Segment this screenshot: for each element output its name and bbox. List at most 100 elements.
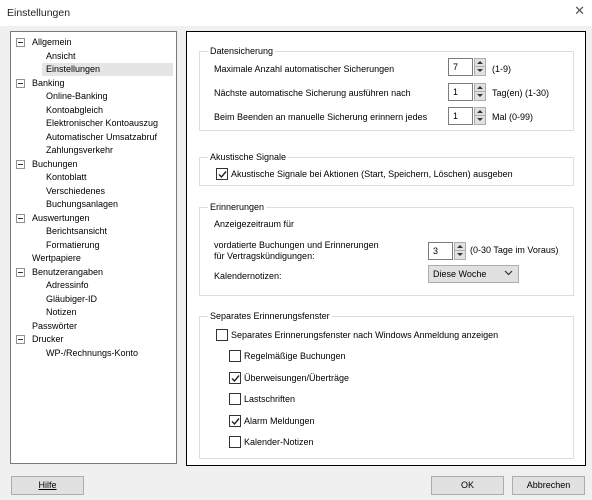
tree-item-label: Buchungen	[32, 158, 78, 169]
remind-backup-label: Beim Beenden an manuelle Sicherung erinn…	[214, 112, 428, 122]
cancel-button[interactable]: Abbrechen	[512, 476, 585, 495]
tree-item[interactable]: Buchungsanlagen	[44, 198, 120, 211]
collapse-icon[interactable]	[16, 267, 25, 277]
period-label: Anzeigezeitraum für	[214, 219, 295, 229]
reminder-option-checkbox[interactable]	[229, 393, 241, 405]
tree-item-label: Berichtsansicht	[46, 226, 108, 236]
reminder-option-checkbox[interactable]	[229, 436, 241, 448]
tree-item-label: Passwörter	[32, 320, 78, 331]
title-bar: Einstellungen ✕	[0, 0, 592, 26]
checkmark-icon	[231, 417, 240, 425]
tree-item[interactable]: Online-Banking	[44, 90, 110, 103]
kalender-dropdown-value: Diese Woche	[433, 269, 487, 279]
tree-item[interactable]: Zahlungsverkehr	[44, 144, 115, 157]
tree-item[interactable]: Kontoblatt	[44, 171, 89, 184]
tree-item-label: Verschiedenes	[46, 185, 106, 196]
tree-item[interactable]: Adressinfo	[44, 279, 91, 292]
tree-item[interactable]: Banking	[16, 77, 67, 90]
tree-item[interactable]: Benutzerangaben	[16, 266, 105, 279]
tree-item[interactable]: Kontoabgleich	[44, 104, 105, 117]
tree-item[interactable]: Wertpapiere	[16, 252, 83, 265]
tree-item-label: Auswertungen	[32, 212, 90, 223]
reminder-days-range: (0-30 Tage im Voraus)	[470, 245, 559, 255]
tree-item[interactable]: Allgemein	[16, 36, 74, 49]
tree-item-label: WP-/Rechnungs-Konto	[46, 347, 139, 358]
window-title: Einstellungen	[7, 7, 71, 19]
tree-item[interactable]: Ansicht	[44, 50, 78, 63]
help-button[interactable]: Hilfe	[11, 476, 84, 495]
spin-up-icon[interactable]	[455, 243, 465, 251]
settings-panel: Datensicherung Maximale Anzahl automatis…	[186, 31, 586, 466]
tree-item[interactable]: Einstellungen	[42, 63, 173, 76]
collapse-icon[interactable]	[16, 38, 25, 47]
collapse-icon[interactable]	[16, 159, 25, 169]
max-backups-input[interactable]: 7	[448, 58, 473, 76]
tree-item[interactable]: Passwörter	[16, 320, 79, 333]
group-erinnerungen-legend: Erinnerungen	[208, 201, 267, 213]
collapse-icon[interactable]	[16, 78, 25, 88]
tree-item[interactable]: Buchungen	[16, 158, 80, 171]
spin-down-icon[interactable]	[475, 67, 485, 75]
tree-item-label: Einstellungen	[46, 64, 101, 74]
spin-down-icon[interactable]	[475, 116, 485, 124]
tree-item-label: Automatischer Umsatzabruf	[46, 131, 158, 142]
spin-down-icon[interactable]	[475, 92, 485, 100]
tree-item-label: Elektronischer Kontoauszug	[46, 118, 159, 128]
separate-window-checkbox[interactable]	[216, 329, 228, 341]
reminder-days-input[interactable]: 3	[428, 242, 453, 260]
reminder-option-checkbox[interactable]	[229, 371, 241, 384]
tree-item-label: Benutzerangaben	[32, 266, 104, 277]
tree-item-label: Zahlungsverkehr	[46, 145, 114, 155]
tree-item[interactable]: Gläubiger-ID	[44, 293, 99, 306]
reminder-option-label: Lastschriften	[244, 394, 296, 404]
tree-item-label: Kontoblatt	[46, 172, 87, 182]
spin-up-icon[interactable]	[475, 84, 485, 92]
tree-item-label: Formatierung	[46, 239, 100, 250]
remind-backup-input[interactable]: 1	[448, 107, 473, 125]
tree-item-label: Adressinfo	[46, 280, 89, 290]
spin-up-icon[interactable]	[475, 108, 485, 116]
checkmark-icon	[231, 374, 240, 382]
spin-down-icon[interactable]	[455, 251, 465, 259]
separate-window-label: Separates Erinnerungsfenster nach Window…	[231, 330, 499, 340]
reminder-option-checkbox[interactable]	[229, 350, 241, 362]
tree-item-label: Wertpapiere	[32, 253, 81, 263]
ok-button[interactable]: OK	[431, 476, 504, 495]
close-icon[interactable]: ✕	[574, 4, 585, 18]
reminder-option-checkbox[interactable]	[229, 414, 241, 427]
reminder-option-label: Alarm Meldungen	[244, 415, 315, 426]
chevron-down-icon	[504, 270, 513, 276]
tree-item[interactable]: Elektronischer Kontoauszug	[44, 117, 160, 130]
next-backup-label: Nächste automatische Sicherung ausführen…	[214, 88, 411, 98]
tree-item-label: Online-Banking	[46, 91, 108, 101]
group-fenster-legend: Separates Erinnerungsfenster	[208, 310, 332, 322]
tree-item-label: Buchungsanlagen	[46, 199, 119, 209]
tree-item[interactable]: Drucker	[16, 333, 66, 346]
acoustic-signals-checkbox[interactable]	[216, 168, 228, 180]
tree-item[interactable]: Berichtsansicht	[44, 225, 109, 238]
tree-item-label: Banking	[32, 77, 65, 88]
tree-item-label: Gläubiger-ID	[46, 293, 98, 304]
tree-item[interactable]: Auswertungen	[16, 212, 92, 225]
max-backups-label: Maximale Anzahl automatischer Sicherunge…	[214, 64, 395, 74]
kalender-dropdown[interactable]: Diese Woche	[428, 265, 519, 283]
collapse-icon[interactable]	[16, 213, 25, 223]
reminder-option-label: Regelmäßige Buchungen	[244, 351, 346, 361]
spin-up-icon[interactable]	[475, 59, 485, 67]
settings-tree[interactable]: Allgemein Ansicht Einstellungen Banking Onli…	[10, 31, 177, 464]
reminder-option-label: Überweisungen/Überträge	[244, 372, 350, 383]
tree-item[interactable]: Formatierung	[44, 239, 102, 252]
tree-item[interactable]: Notizen	[44, 306, 79, 319]
next-backup-range: Tag(en) (1-30)	[492, 88, 550, 98]
tree-item-label: Kontoabgleich	[46, 104, 104, 115]
collapse-icon[interactable]	[16, 335, 25, 344]
tree-item[interactable]: Verschiedenes	[44, 185, 107, 198]
tree-item[interactable]: Automatischer Umsatzabruf	[44, 131, 159, 144]
group-akustisch-legend: Akustische Signale	[208, 151, 289, 163]
tree-item[interactable]: WP-/Rechnungs-Konto	[44, 347, 140, 360]
reminder-option-label: Kalender-Notizen	[244, 437, 314, 447]
next-backup-input[interactable]: 1	[448, 83, 473, 101]
remind-backup-range: Mal (0-99)	[492, 112, 534, 122]
kalender-label: Kalendernotizen:	[214, 271, 282, 281]
checkmark-icon	[218, 171, 227, 179]
